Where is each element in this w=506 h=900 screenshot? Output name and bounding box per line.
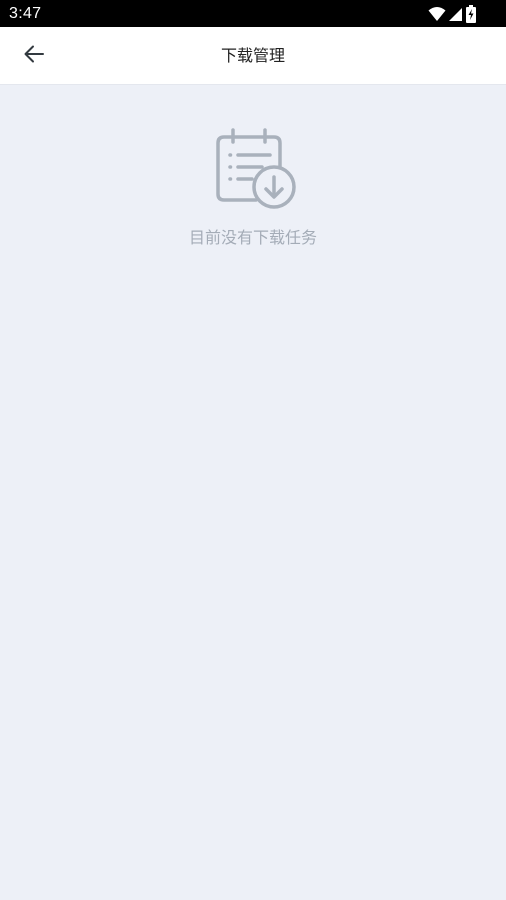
- status-bar: 3:47: [0, 0, 506, 27]
- page-title: 下载管理: [220, 46, 285, 65]
- clipboard-download-icon: [210, 127, 300, 213]
- status-icons: [428, 5, 476, 23]
- status-time: 3:47: [9, 5, 42, 22]
- battery-charging-icon: [466, 5, 476, 23]
- empty-state-message: 目前没有下载任务: [188, 228, 317, 247]
- app-bar: 下载管理: [0, 27, 506, 85]
- wifi-icon: [428, 6, 446, 22]
- cellular-signal-icon: [449, 7, 463, 22]
